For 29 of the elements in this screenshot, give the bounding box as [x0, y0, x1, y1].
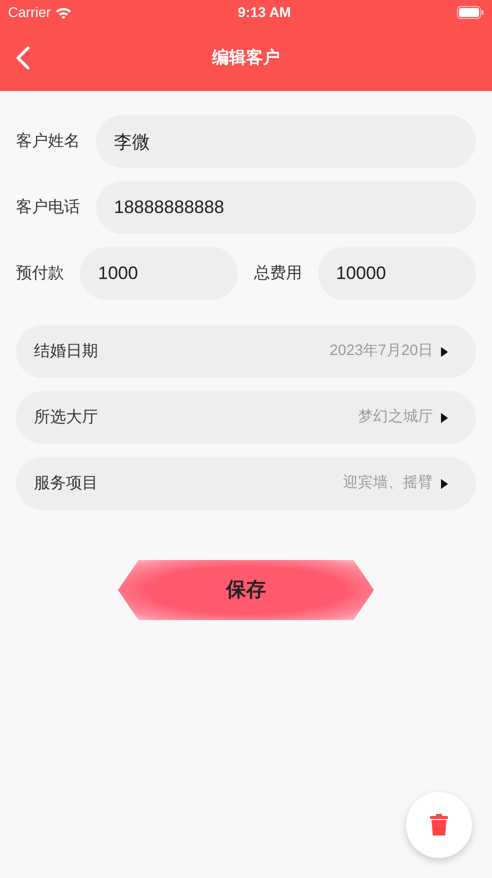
input-field[interactable]: 1000 — [80, 247, 238, 300]
picker-label: 所选大厅 — [34, 408, 98, 428]
input-field[interactable]: 10000 — [318, 247, 476, 300]
picker-value: 梦幻之城厅 — [358, 407, 433, 428]
carrier-label: Carrier — [8, 3, 51, 22]
picker-row[interactable]: 所选大厅 梦幻之城厅 — [16, 391, 476, 444]
trash-icon — [430, 814, 448, 836]
picker-value: 2023年7月20日 — [330, 341, 433, 362]
delete-button[interactable] — [406, 792, 472, 858]
input-field[interactable]: 李微 — [96, 115, 476, 168]
wifi-icon — [54, 6, 72, 18]
picker-value: 迎宾墙、摇臂 — [343, 473, 433, 494]
picker-label: 服务项目 — [34, 474, 98, 494]
field-label: 客户电话 — [16, 198, 80, 218]
field-label: 总费用 — [254, 264, 302, 284]
back-icon — [16, 46, 30, 70]
input-field[interactable]: 18888888888 — [96, 181, 476, 234]
page-title: 编辑客户 — [212, 47, 280, 70]
caret-icon — [441, 346, 448, 356]
caret-icon — [441, 478, 448, 488]
status-time: 9:13 AM — [238, 3, 291, 22]
save-button[interactable]: 保存 — [118, 560, 374, 620]
caret-icon — [441, 412, 448, 422]
field-label: 客户姓名 — [16, 132, 80, 152]
picker-label: 结婚日期 — [34, 342, 98, 362]
battery-icon — [456, 6, 484, 19]
field-label: 预付款 — [16, 264, 64, 284]
picker-row[interactable]: 结婚日期 2023年7月20日 — [16, 325, 476, 378]
picker-row[interactable]: 服务项目 迎宾墙、摇臂 — [16, 457, 476, 510]
